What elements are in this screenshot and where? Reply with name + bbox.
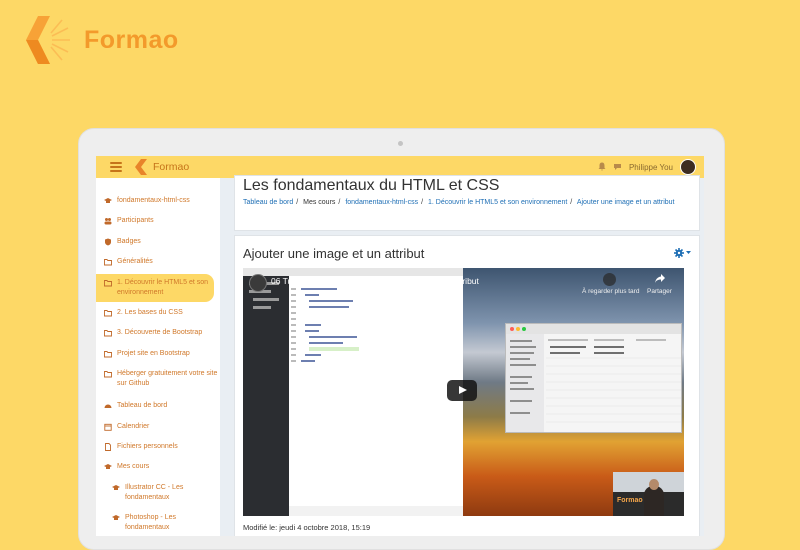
sidebar-item-label: 2. Les bases du CSS (117, 308, 183, 316)
sidebar-item-label: Projet site en Bootstrap (117, 349, 190, 357)
sidebar-item-projet[interactable]: Projet site en Bootstrap (96, 345, 220, 363)
folder-icon (104, 350, 112, 358)
navbar-site-name: Formao (153, 161, 190, 173)
graduation-cap-icon (112, 515, 120, 521)
sidebar-item-files[interactable]: Fichiers personnels (96, 438, 220, 456)
folder-icon (104, 330, 112, 337)
sidebar-item-label: Calendrier (117, 422, 150, 430)
laptop-camera (398, 141, 403, 146)
video-title[interactable]: 06 Tutorial HTML_CSS Ajouter une image e… (271, 276, 479, 286)
calendar-icon (104, 423, 112, 431)
sidebar-item-participants[interactable]: Participants (96, 212, 220, 230)
sidebar-item-label: Illustrator CC - Les fondamentaux (125, 483, 184, 501)
sidebar-item-label: fondamentaux-html-css (117, 197, 190, 204)
breadcrumb-dashboard[interactable]: Tableau de bord (243, 199, 293, 206)
page-header-card: Les fondamentaux du HTML et CSS Tableau … (234, 175, 700, 231)
video-frame-code-editor (243, 268, 463, 516)
messages-icon[interactable] (613, 158, 622, 176)
sidebar-item-label: 1. Découvrir le HTML5 et son environneme… (117, 278, 209, 296)
sidebar-item-my-courses[interactable]: Mes cours (96, 458, 220, 476)
settings-menu[interactable] (674, 248, 691, 258)
sidebar-item-label: Badges (117, 237, 141, 245)
channel-avatar[interactable] (249, 274, 267, 292)
breadcrumb-section[interactable]: 1. Découvrir le HTML5 et son environneme… (428, 199, 567, 206)
users-icon (104, 218, 112, 225)
browser-screen: Formao Philippe You fondamentaux-html-cs… (96, 156, 704, 536)
sidebar-item-label: Photoshop - Les fondamentaux (125, 514, 176, 532)
file-icon (105, 442, 111, 451)
folder-icon (104, 310, 112, 317)
navbar-logo[interactable]: Formao (134, 159, 189, 175)
sidebar-item-badges[interactable]: Badges (96, 233, 220, 251)
sidebar-item-label: 3. Découverte de Bootstrap (117, 329, 203, 337)
activity-card: Ajouter une image et un attribut 06 Tuto… (234, 235, 700, 536)
sidebar-item-dashboard[interactable]: Tableau de bord (96, 397, 220, 415)
brand-name: Formao (84, 25, 179, 54)
sidebar-item-label: Mes cours (117, 463, 150, 471)
sidebar-item-generalites[interactable]: Généralités (96, 253, 220, 271)
user-name[interactable]: Philippe You (629, 163, 673, 172)
presenter-body (644, 486, 664, 516)
watch-later-button[interactable]: À regarder plus tard (582, 288, 639, 295)
share-arrow-icon[interactable] (654, 273, 666, 285)
video-watermark: Formao (617, 497, 643, 504)
sidebar-item-label: Tableau de bord (117, 402, 168, 410)
sidebar-item-heberger[interactable]: Héberger gratuitement votre site sur Git… (96, 365, 220, 393)
user-avatar[interactable] (680, 159, 696, 175)
gear-icon (674, 248, 684, 258)
finder-window (505, 323, 682, 433)
video-player[interactable]: 06 Tutorial HTML_CSS Ajouter une image e… (243, 268, 684, 516)
sidebar-item-label: Généralités (117, 258, 153, 266)
page-title: Les fondamentaux du HTML et CSS (243, 177, 500, 194)
shield-icon (105, 238, 111, 246)
breadcrumb-my-courses: Mes cours (303, 199, 336, 206)
sidebar-item-section-1[interactable]: 1. Découvrir le HTML5 et son environneme… (96, 273, 214, 302)
sidebar-item-section-3[interactable]: 3. Découverte de Bootstrap (96, 324, 220, 342)
graduation-cap-icon (104, 464, 112, 470)
notification-bell-icon[interactable] (598, 158, 606, 176)
activity-title: Ajouter une image et un attribut (243, 246, 425, 261)
sidebar-item-photoshop[interactable]: Photoshop - Les fondamentaux (96, 509, 220, 536)
sidebar-item-calendar[interactable]: Calendrier (96, 418, 220, 436)
sidebar-item-illustrator[interactable]: Illustrator CC - Les fondamentaux (96, 479, 220, 507)
sidebar-item-course[interactable]: fondamentaux-html-css (96, 192, 220, 210)
play-button[interactable] (447, 380, 477, 401)
formao-logo: Formao (22, 14, 179, 66)
folder-icon (104, 279, 112, 287)
clock-icon[interactable] (603, 273, 616, 286)
breadcrumb: Tableau de bord / Mes cours / fondamentaux… (243, 199, 675, 206)
folder-icon (104, 371, 112, 378)
breadcrumb-course[interactable]: fondamentaux-html-css (345, 199, 418, 206)
modified-date: Modifié le: jeudi 4 octobre 2018, 15:19 (243, 523, 371, 532)
formao-logo-mark (22, 14, 74, 66)
folder-icon (104, 259, 112, 266)
menu-toggle-icon[interactable] (110, 162, 122, 172)
graduation-cap-icon (112, 484, 120, 490)
presenter-head (649, 479, 659, 490)
chevron-down-icon (686, 251, 691, 254)
sidebar-item-section-2[interactable]: 2. Les bases du CSS (96, 304, 220, 322)
breadcrumb-current[interactable]: Ajouter une image et un attribut (577, 199, 675, 206)
sidebar-item-label: Héberger gratuitement votre site sur Git… (117, 370, 218, 388)
graduation-cap-icon (104, 198, 112, 203)
share-button[interactable]: Partager (647, 288, 672, 295)
presenter-webcam: Formao (613, 472, 684, 516)
formao-small-logo-icon (135, 159, 147, 175)
sidebar-item-label: Participants (117, 217, 154, 225)
sidebar: fondamentaux-html-css Participants Badge… (96, 178, 220, 536)
dashboard-icon (104, 404, 112, 409)
sidebar-item-label: Fichiers personnels (117, 442, 178, 450)
main-content: Les fondamentaux du HTML et CSS Tableau … (232, 175, 704, 536)
